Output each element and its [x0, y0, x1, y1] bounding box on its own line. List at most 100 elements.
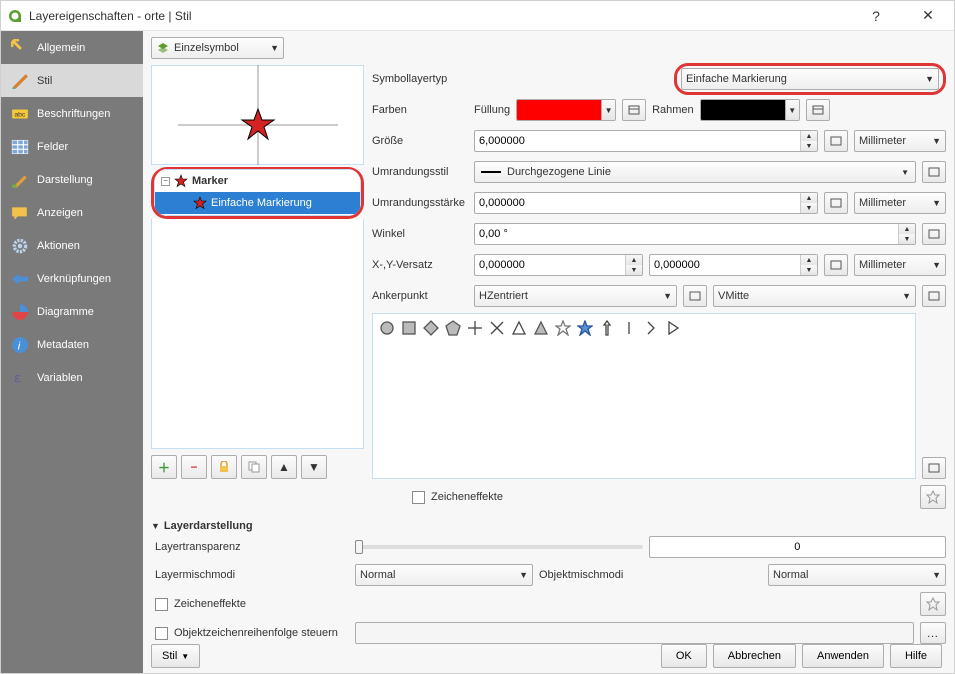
spin-up[interactable]: ▲: [801, 131, 817, 141]
shape-pentagon-icon[interactable]: [445, 320, 461, 336]
lock-button[interactable]: [211, 455, 237, 479]
layer-effects-config-button[interactable]: [920, 592, 946, 616]
shape-palette[interactable]: [372, 313, 916, 479]
draw-effects-checkbox[interactable]: [412, 491, 425, 504]
sidebar-item-felder[interactable]: Felder: [1, 130, 143, 163]
layer-blend-combo[interactable]: Normal▼: [355, 564, 533, 586]
data-defined-shape[interactable]: [922, 457, 946, 479]
outline-width-spin[interactable]: ▲▼: [474, 192, 818, 214]
spin-up[interactable]: ▲: [801, 255, 817, 265]
add-layer-button[interactable]: ＋: [151, 455, 177, 479]
data-defined-anchor-v[interactable]: [922, 285, 946, 307]
spin-up[interactable]: ▲: [899, 224, 915, 234]
shape-diamond-icon[interactable]: [423, 320, 439, 336]
tree-root-marker[interactable]: − Marker: [155, 170, 360, 192]
angle-input[interactable]: [475, 228, 898, 240]
size-spin[interactable]: ▲▼: [474, 130, 818, 152]
data-defined-offset[interactable]: [824, 254, 848, 276]
chevron-down-icon: ▼: [932, 136, 941, 146]
transparency-value[interactable]: [649, 536, 947, 558]
remove-layer-button[interactable]: −: [181, 455, 207, 479]
offset-x-spin[interactable]: ▲▼: [474, 254, 643, 276]
effects-config-button[interactable]: [920, 485, 946, 509]
outline-width-unit-value: Millimeter: [859, 197, 906, 209]
data-defined-outline-style[interactable]: [922, 161, 946, 183]
sidebar-item-metadaten[interactable]: i Metadaten: [1, 328, 143, 361]
sidebar-item-darstellung[interactable]: Darstellung: [1, 163, 143, 196]
shape-star-outline-icon[interactable]: [555, 320, 571, 336]
outline-style-combo[interactable]: Durchgezogene Linie ▼: [474, 161, 916, 183]
slider-handle[interactable]: [355, 540, 363, 554]
outline-width-unit-combo[interactable]: Millimeter▼: [854, 192, 946, 214]
order-more-button[interactable]: …: [920, 622, 946, 644]
apply-button[interactable]: Anwenden: [802, 644, 884, 668]
spin-up[interactable]: ▲: [626, 255, 642, 265]
data-defined-stroke[interactable]: [806, 99, 830, 121]
shape-cross-icon[interactable]: [489, 320, 505, 336]
shape-square-icon[interactable]: [401, 320, 417, 336]
transparency-slider[interactable]: [355, 545, 643, 549]
ok-button[interactable]: OK: [661, 644, 707, 668]
help-button[interactable]: ?: [856, 2, 896, 30]
symbol-layer-type-combo[interactable]: Einfache Markierung ▼: [681, 68, 939, 90]
object-blend-combo[interactable]: Normal▼: [768, 564, 946, 586]
spin-down[interactable]: ▼: [899, 234, 915, 244]
spin-down[interactable]: ▼: [626, 265, 642, 275]
collapse-icon[interactable]: −: [161, 177, 170, 186]
offset-x-input[interactable]: [475, 259, 625, 271]
sidebar-item-verknuepfungen[interactable]: Verknüpfungen: [1, 262, 143, 295]
stil-menu-button[interactable]: Stil▼: [151, 644, 200, 668]
offset-unit-combo[interactable]: Millimeter▼: [854, 254, 946, 276]
anchor-h-combo[interactable]: HZentriert▼: [474, 285, 677, 307]
shape-arrow-up-icon[interactable]: [599, 320, 615, 336]
spin-down[interactable]: ▼: [801, 265, 817, 275]
help-button-bottom[interactable]: Hilfe: [890, 644, 942, 668]
size-input[interactable]: [475, 135, 800, 147]
fill-color-button[interactable]: ▼: [516, 99, 616, 121]
order-expression-field[interactable]: [355, 622, 914, 644]
data-defined-anchor-h[interactable]: [683, 285, 707, 307]
offset-y-input[interactable]: [650, 259, 800, 271]
sidebar-item-allgemein[interactable]: Allgemein: [1, 31, 143, 64]
layer-draw-effects-checkbox[interactable]: [155, 598, 168, 611]
layer-rendering-header[interactable]: ▼ Layerdarstellung: [151, 520, 946, 532]
stroke-color-button[interactable]: ▼: [700, 99, 800, 121]
tree-item-simple-marker[interactable]: Einfache Markierung: [155, 192, 360, 214]
anchor-v-combo[interactable]: VMitte▼: [713, 285, 916, 307]
close-button[interactable]: ✕: [908, 2, 948, 30]
tree-root-label: Marker: [192, 175, 228, 187]
size-unit-combo[interactable]: Millimeter▼: [854, 130, 946, 152]
data-defined-size[interactable]: [824, 130, 848, 152]
data-defined-outline-width[interactable]: [824, 192, 848, 214]
shape-play-icon[interactable]: [665, 320, 681, 336]
layers-icon: [156, 41, 170, 55]
shape-circle-icon[interactable]: [379, 320, 395, 336]
offset-y-spin[interactable]: ▲▼: [649, 254, 818, 276]
renderer-combo[interactable]: Einzelsymbol ▼: [151, 37, 284, 59]
data-defined-fill[interactable]: [622, 99, 646, 121]
sidebar-item-anzeigen[interactable]: Anzeigen: [1, 196, 143, 229]
shape-vline-icon[interactable]: [621, 320, 637, 336]
data-defined-angle[interactable]: [922, 223, 946, 245]
control-order-checkbox[interactable]: [155, 627, 168, 640]
spin-down[interactable]: ▼: [801, 203, 817, 213]
shape-triangle-outline-icon[interactable]: [511, 320, 527, 336]
spin-up[interactable]: ▲: [801, 193, 817, 203]
angle-spin[interactable]: ▲▼: [474, 223, 916, 245]
move-down-button[interactable]: ▼: [301, 455, 327, 479]
gear-icon: [11, 237, 29, 255]
shape-star-selected-icon[interactable]: [577, 320, 593, 336]
duplicate-button[interactable]: [241, 455, 267, 479]
sidebar-item-stil[interactable]: Stil: [1, 64, 143, 97]
shape-plus-icon[interactable]: [467, 320, 483, 336]
sidebar-item-aktionen[interactable]: Aktionen: [1, 229, 143, 262]
spin-down[interactable]: ▼: [801, 141, 817, 151]
cancel-button[interactable]: Abbrechen: [713, 644, 796, 668]
shape-chevron-icon[interactable]: [643, 320, 659, 336]
shape-triangle-fill-icon[interactable]: [533, 320, 549, 336]
sidebar-item-diagramme[interactable]: Diagramme: [1, 295, 143, 328]
sidebar-item-variablen[interactable]: ε Variablen: [1, 361, 143, 394]
outline-width-input[interactable]: [475, 197, 800, 209]
sidebar-item-beschriftungen[interactable]: abc Beschriftungen: [1, 97, 143, 130]
move-up-button[interactable]: ▲: [271, 455, 297, 479]
